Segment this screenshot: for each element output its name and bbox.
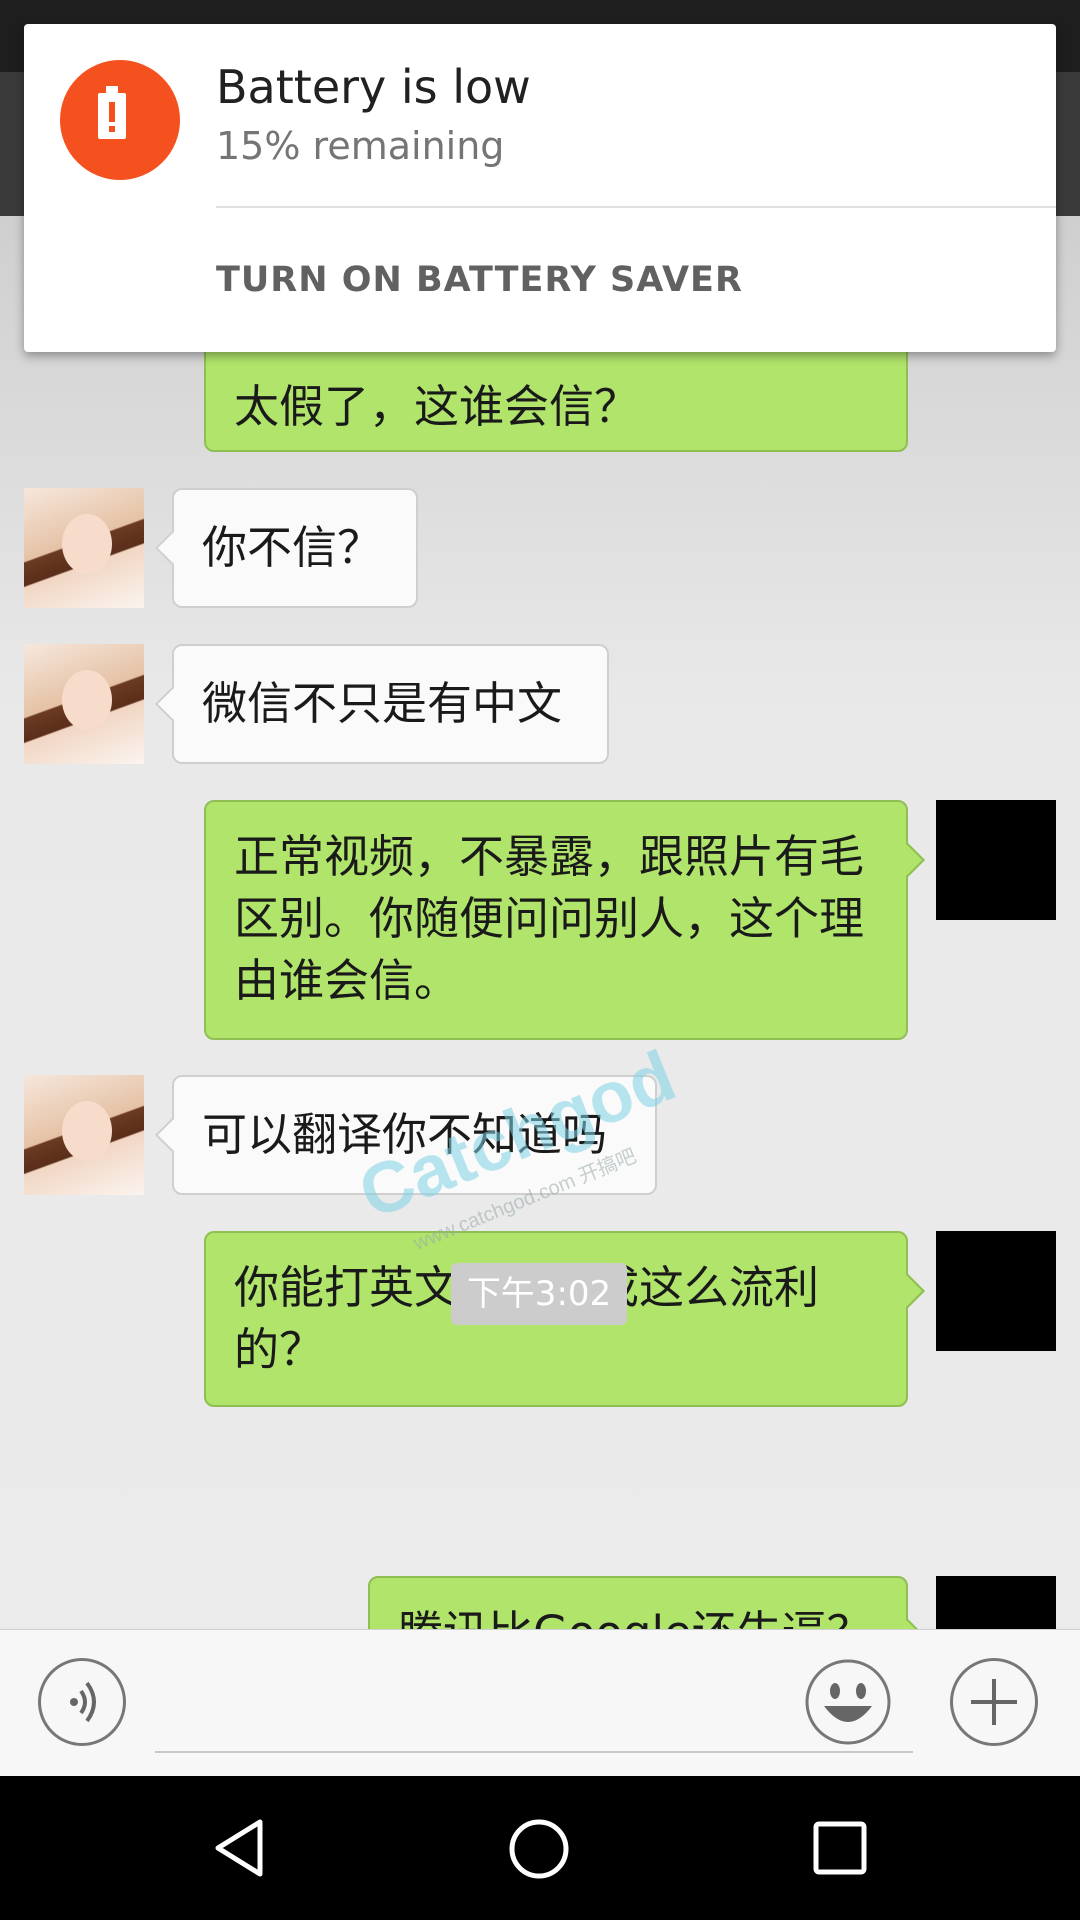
back-icon[interactable] (208, 1816, 272, 1880)
home-icon[interactable] (506, 1816, 572, 1882)
message-input[interactable] (155, 1751, 913, 1753)
voice-icon (70, 1681, 96, 1723)
divider (216, 206, 1056, 208)
battery-alert-icon (60, 60, 180, 180)
emoji-button[interactable] (804, 1658, 892, 1746)
battery-saver-button[interactable]: TURN ON BATTERY SAVER (216, 260, 743, 300)
emoji-icon (805, 1659, 891, 1745)
voice-button[interactable] (38, 1658, 126, 1746)
message-bubble-outgoing[interactable]: 腾讯比Google还牛逼？ (368, 1576, 908, 1629)
more-button[interactable] (950, 1658, 1038, 1746)
contact-avatar[interactable] (24, 1075, 144, 1195)
navigation-bar (0, 1776, 1080, 1920)
contact-avatar[interactable] (24, 644, 144, 764)
timestamp-chip: 下午3:02 (451, 1263, 627, 1325)
chat-area[interactable]: 太假了，这谁会信？ 你不信？ 微信不只是有中文 正常视频，不暴露，跟照片有毛区别… (0, 216, 1080, 1629)
battery-notification[interactable]: Battery is low 15% remaining TURN ON BAT… (24, 24, 1056, 352)
recents-icon[interactable] (810, 1818, 870, 1878)
notification-subtitle: 15% remaining (216, 124, 505, 168)
input-bar (0, 1629, 1080, 1777)
message-bubble-incoming[interactable]: 微信不只是有中文 (172, 644, 609, 764)
message-bubble-incoming[interactable]: 你不信？ (172, 488, 418, 608)
my-avatar[interactable] (936, 1231, 1056, 1351)
message-bubble-outgoing[interactable]: 正常视频，不暴露，跟照片有毛区别。你随便问问别人，这个理由谁会信。 (204, 800, 908, 1040)
my-avatar[interactable] (936, 1576, 1056, 1629)
my-avatar[interactable] (936, 800, 1056, 920)
notification-title: Battery is low (216, 60, 531, 114)
contact-avatar[interactable] (24, 488, 144, 608)
plus-icon (971, 1679, 1017, 1725)
message-bubble-incoming[interactable]: 可以翻译你不知道吗 (172, 1075, 657, 1195)
